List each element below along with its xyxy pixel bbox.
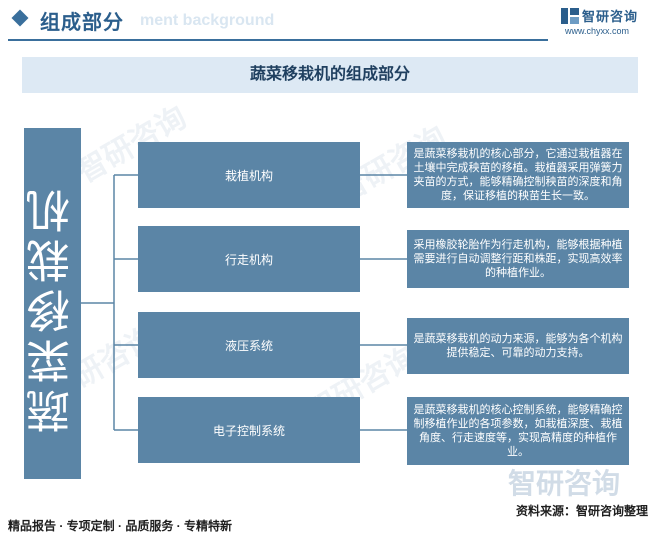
watermark-logo: 智研咨询 bbox=[508, 468, 621, 499]
component-desc-walking: 采用橡胶轮胎作为行走机构，能够根据种植需要进行自动调整行距和株距，实现高效率的种… bbox=[407, 230, 629, 288]
page-footer: 资料来源：智研咨询整理 精品报告 · 专项定制 · 品质服务 · 专精特新 bbox=[0, 500, 658, 536]
component-desc-planting: 是蔬菜移栽机的核心部分，它通过栽植器在土壤中完成秧苗的移植。栽植器采用弹簧力夹苗… bbox=[407, 142, 629, 208]
component-box-hydraulic: 液压系统 bbox=[138, 312, 360, 378]
footer-slogan: 精品报告 · 专项定制 · 品质服务 · 专精特新 bbox=[8, 519, 232, 533]
component-box-walking: 行走机构 bbox=[138, 226, 360, 292]
component-box-electronic: 电子控制系统 bbox=[138, 397, 360, 463]
source-note: 资料来源：智研咨询整理 bbox=[515, 504, 648, 518]
component-desc-electronic: 是蔬菜移栽机的核心控制系统，能够精确控制移植作业的各项参数，如栽植深度、栽植角度… bbox=[407, 397, 629, 465]
component-desc-hydraulic: 是蔬菜移栽机的动力来源，能够为各个机构提供稳定、可靠的动力支持。 bbox=[407, 318, 629, 374]
component-box-planting: 栽植机构 bbox=[138, 142, 360, 208]
